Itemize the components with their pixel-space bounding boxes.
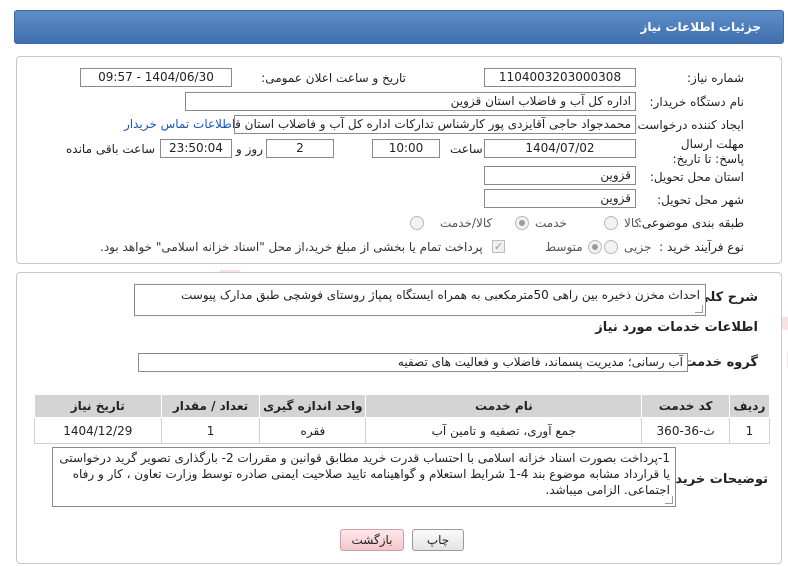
category-option-goods-label: کالا [624, 216, 641, 230]
buyer-notes-textarea: 1-پرداخت بصورت اسناد خزانه اسلامی با احت… [52, 447, 676, 507]
page-title: جزئیات اطلاعات نیاز [14, 10, 784, 44]
resize-handle-icon[interactable] [695, 305, 703, 313]
days-field: 2 [266, 139, 334, 158]
col-service-code: کد خدمت [641, 394, 730, 418]
services-table: تاریخ نیاز تعداد / مقدار واحد اندازه گیر… [34, 394, 771, 444]
service-group-label: گروه خدمت: [678, 355, 758, 370]
services-table-header: تاریخ نیاز تعداد / مقدار واحد اندازه گیر… [34, 394, 771, 418]
creator-label: ایجاد کننده درخواست: [633, 118, 744, 132]
need-number-label: شماره نیاز: [687, 71, 744, 85]
category-option-service-radio[interactable] [515, 216, 529, 230]
province-label: استان محل تحویل: [649, 170, 744, 184]
province-field: قزوین [484, 166, 636, 185]
col-need-date: تاریخ نیاز [34, 394, 162, 418]
treasury-checkbox[interactable]: ✓ [492, 240, 505, 253]
col-unit: واحد اندازه گیری [259, 394, 367, 418]
remaining-label: ساعت باقی مانده [66, 142, 156, 156]
service-group-field: آب رسانی؛ مدیریت پسماند، فاضلاب و فعالیت… [138, 353, 688, 372]
col-row: ردیف [728, 394, 771, 418]
announce-field: 1404/06/30 - 09:57 [80, 68, 232, 87]
cell-service-code: ث-36-360 [641, 417, 730, 444]
category-option-both-radio[interactable] [410, 216, 424, 230]
deadline-time-field: 10:00 [372, 139, 440, 158]
remaining-time-field: 23:50:04 [160, 139, 232, 158]
announce-label: تاریخ و ساعت اعلان عمومی: [261, 71, 406, 85]
col-quantity: تعداد / مقدار [160, 394, 261, 418]
deadline-label: مهلت ارسال پاسخ: تا تاریخ: [672, 137, 744, 166]
print-button[interactable]: چاپ [412, 529, 464, 551]
category-label: طبقه بندی موضوعی: [637, 216, 744, 230]
table-row: 1404/12/29 1 فقره جمع آوری، تصفیه و تامی… [34, 417, 771, 444]
cell-need-date: 1404/12/29 [34, 417, 162, 444]
process-option-medium-radio[interactable] [588, 240, 602, 254]
back-button[interactable]: بازگشت [340, 529, 404, 551]
process-option-minor-radio[interactable] [604, 240, 618, 254]
process-label: نوع فرآیند خرید : [659, 240, 744, 254]
city-field: قزوین [484, 189, 636, 208]
cell-unit: فقره [259, 417, 367, 444]
deadline-date-field: 1404/07/02 [484, 139, 636, 158]
creator-field: محمدجواد حاجی آقایزدی پور کارشناس تدارکا… [234, 115, 636, 134]
category-option-service-label: خدمت [535, 216, 567, 230]
cell-row: 1 [728, 417, 771, 444]
cell-service-name: جمع آوری، تصفیه و تامین آب [365, 417, 643, 444]
buyer-contact-link[interactable]: اطلاعات تماس خریدار [124, 117, 235, 131]
cell-quantity: 1 [160, 417, 261, 444]
time-label: ساعت [450, 142, 483, 156]
days-label: روز و [236, 142, 263, 156]
col-service-name: نام خدمت [365, 394, 643, 418]
process-option-minor-label: جزیی [624, 240, 652, 254]
buyer-org-field: اداره کل آب و فاضلاب استان قزوین [185, 92, 636, 111]
buyer-notes-text: 1-پرداخت بصورت اسناد خزانه اسلامی با احت… [59, 451, 670, 497]
process-option-medium-label: متوسط [545, 240, 583, 254]
category-option-both-label: کالا/خدمت [440, 216, 493, 230]
services-heading: اطلاعات خدمات مورد نیاز [595, 320, 758, 335]
buyer-org-label: نام دستگاه خریدار: [649, 95, 745, 109]
description-textarea: احداث مخزن ذخیره بین راهی 50مترمکعبی به … [134, 284, 706, 316]
resize-handle-icon[interactable] [665, 496, 673, 504]
payment-note: پرداخت تمام یا بخشی از مبلغ خرید،از محل … [100, 240, 483, 254]
need-number-field: 1104003203000308 [484, 68, 636, 87]
category-option-goods-radio[interactable] [604, 216, 618, 230]
description-text: احداث مخزن ذخیره بین راهی 50مترمکعبی به … [181, 288, 700, 302]
city-label: شهر محل تحویل: [657, 193, 744, 207]
